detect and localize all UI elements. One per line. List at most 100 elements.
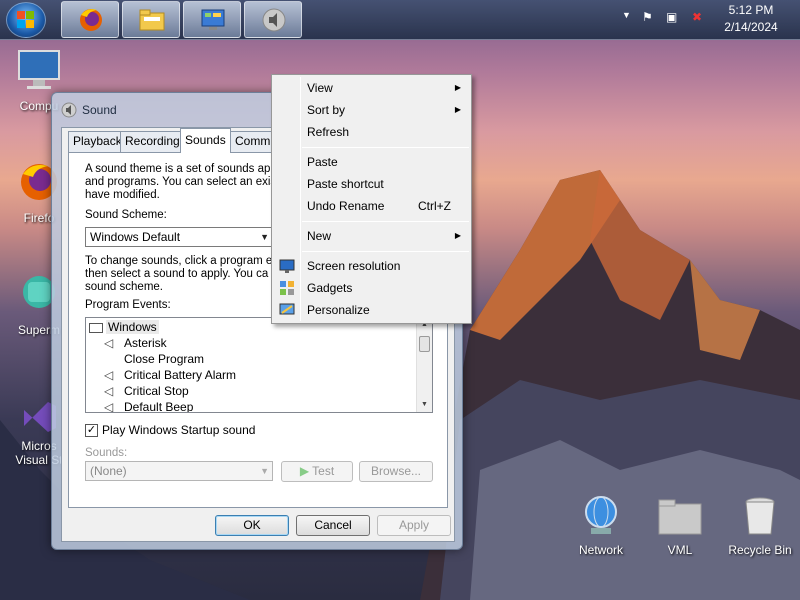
sound-speaker-icon: ◁ (104, 336, 114, 350)
menu-item-accelerator: Ctrl+Z (418, 199, 451, 213)
taskbar-sound-button[interactable] (244, 1, 302, 38)
list-item-default-beep[interactable]: ◁ Default Beep (104, 399, 194, 413)
desktop-icon-label: Network (578, 543, 623, 557)
start-button[interactable] (6, 2, 46, 38)
explorer-icon (139, 9, 165, 31)
tab-sounds[interactable]: Sounds (180, 128, 231, 153)
network-icon[interactable]: ▣ (666, 10, 677, 24)
menu-item-label: New (307, 229, 332, 243)
clock-time: 5:12 PM (728, 3, 774, 17)
intro-text-3: have modified. (85, 189, 160, 201)
personalize-icon (279, 303, 295, 315)
instructions-text-2: then select a sound to apply. You ca (85, 268, 269, 280)
desktop-icon-vml[interactable]: VML (645, 494, 715, 557)
sound-scheme-label: Sound Scheme: (85, 209, 167, 221)
desktop-context-menu: View ▶ Sort by ▶ Refresh Paste Paste sho… (271, 74, 472, 324)
action-center-flag-icon[interactable]: ⚑ (642, 10, 653, 24)
startup-sound-checkbox[interactable]: ✓ (85, 424, 98, 437)
menu-item-label: View (307, 81, 333, 95)
clock-date: 2/14/2024 (724, 20, 778, 34)
dialog-title: Sound (82, 103, 117, 117)
taskbar-control-panel-button[interactable] (183, 1, 241, 38)
sound-speaker-icon: ◁ (104, 368, 114, 382)
list-item-asterisk[interactable]: ◁ Asterisk (104, 335, 167, 351)
event-label: Close Program (124, 352, 205, 366)
taskbar-firefox-button[interactable] (61, 1, 119, 38)
list-item-critical-battery-alarm[interactable]: ◁ Critical Battery Alarm (104, 367, 236, 383)
sounds-select[interactable]: (None) ▼ (85, 461, 273, 481)
chevron-down-icon: ▼ (260, 466, 269, 476)
menu-item-gadgets[interactable]: Gadgets (274, 277, 469, 299)
firefox-icon (80, 9, 102, 31)
scroll-thumb[interactable] (419, 336, 430, 352)
folder-icon (658, 499, 702, 535)
menu-item-refresh[interactable]: Refresh (274, 121, 469, 143)
events-scrollbar[interactable]: ▲ ▼ (416, 318, 432, 412)
menu-item-label: Undo Rename (307, 199, 385, 213)
event-label: Windows (106, 320, 159, 334)
menu-separator (302, 221, 469, 222)
instructions-text-1: To change sounds, click a program e (85, 255, 273, 267)
system-tray: ▼ ⚑ ▣ ✖ (618, 10, 718, 30)
submenu-arrow-icon: ▶ (454, 105, 461, 114)
tab-recording[interactable]: Recording (120, 131, 185, 152)
taskbar-explorer-button[interactable] (122, 1, 180, 38)
intro-text-1: A sound theme is a set of sounds ap (85, 163, 271, 175)
event-label: Asterisk (124, 336, 167, 350)
sounds-label: Sounds: (85, 447, 128, 459)
instructions-text-3: sound scheme. (85, 281, 163, 293)
sound-speaker-icon: ◁ (104, 384, 114, 398)
menu-item-label: Gadgets (307, 281, 353, 295)
menu-item-sort-by[interactable]: Sort by ▶ (274, 99, 469, 121)
sound-scheme-select[interactable]: Windows Default ▼ (85, 227, 273, 247)
menu-item-view[interactable]: View ▶ (274, 77, 469, 99)
browse-button[interactable]: Browse... (359, 461, 433, 482)
event-label: Default Beep (124, 400, 194, 413)
menu-separator (302, 147, 469, 148)
recycle-bin-icon (745, 497, 775, 535)
network-globe-icon (585, 496, 617, 534)
speaker-icon (61, 102, 77, 118)
menu-item-label: Screen resolution (307, 259, 401, 273)
menu-item-screen-resolution[interactable]: Screen resolution (274, 255, 469, 277)
list-item-critical-stop[interactable]: ◁ Critical Stop (104, 383, 189, 399)
event-label: Critical Battery Alarm (124, 368, 237, 382)
list-item-windows[interactable]: Windows (89, 319, 159, 335)
menu-item-label: Paste shortcut (307, 177, 384, 191)
windows-logo-icon (17, 11, 34, 28)
apply-button[interactable]: Apply (377, 515, 451, 536)
submenu-arrow-icon: ▶ (454, 231, 461, 240)
gadgets-icon (280, 281, 294, 295)
menu-item-personalize[interactable]: Personalize (274, 299, 469, 321)
speaker-icon (262, 8, 286, 32)
program-events-label: Program Events: (85, 299, 171, 311)
desktop-icon-network[interactable]: Network (566, 494, 636, 557)
chevron-down-icon: ▼ (260, 232, 269, 242)
menu-item-paste-shortcut[interactable]: Paste shortcut (274, 173, 469, 195)
menu-separator (302, 251, 469, 252)
list-item-close-program[interactable]: Close Program (124, 351, 204, 367)
menu-item-undo-rename[interactable]: Undo Rename Ctrl+Z (274, 195, 469, 217)
clock[interactable]: 5:12 PM 2/14/2024 (716, 2, 786, 36)
menu-item-paste[interactable]: Paste (274, 151, 469, 173)
desktop-icon-recycle-bin[interactable]: Recycle Bin (725, 494, 795, 557)
test-button[interactable]: ▶ Test (281, 461, 353, 482)
intro-text-2: and programs. You can select an exis (85, 176, 277, 188)
desktop-icon-label: VML (667, 543, 693, 557)
desktop-icon-label: Recycle Bin (728, 543, 792, 557)
submenu-arrow-icon: ▶ (454, 83, 461, 92)
menu-item-new[interactable]: New ▶ (274, 225, 469, 247)
scroll-down-icon[interactable]: ▼ (417, 398, 432, 412)
sound-scheme-value: Windows Default (90, 230, 181, 244)
cancel-button[interactable]: Cancel (296, 515, 370, 536)
ok-button[interactable]: OK (215, 515, 289, 536)
event-label: Critical Stop (124, 384, 189, 398)
show-hidden-icons-icon[interactable]: ▼ (622, 10, 631, 20)
program-events-list[interactable]: Windows ◁ Asterisk Close Program ◁ Critica… (85, 317, 433, 413)
tab-playback[interactable]: Playback (68, 131, 127, 152)
play-icon: ▶ (299, 464, 310, 478)
menu-item-label: Refresh (307, 125, 350, 139)
test-label: Test (312, 464, 335, 478)
menu-item-label: Sort by (307, 103, 346, 117)
volume-muted-icon[interactable]: ✖ (692, 10, 702, 24)
